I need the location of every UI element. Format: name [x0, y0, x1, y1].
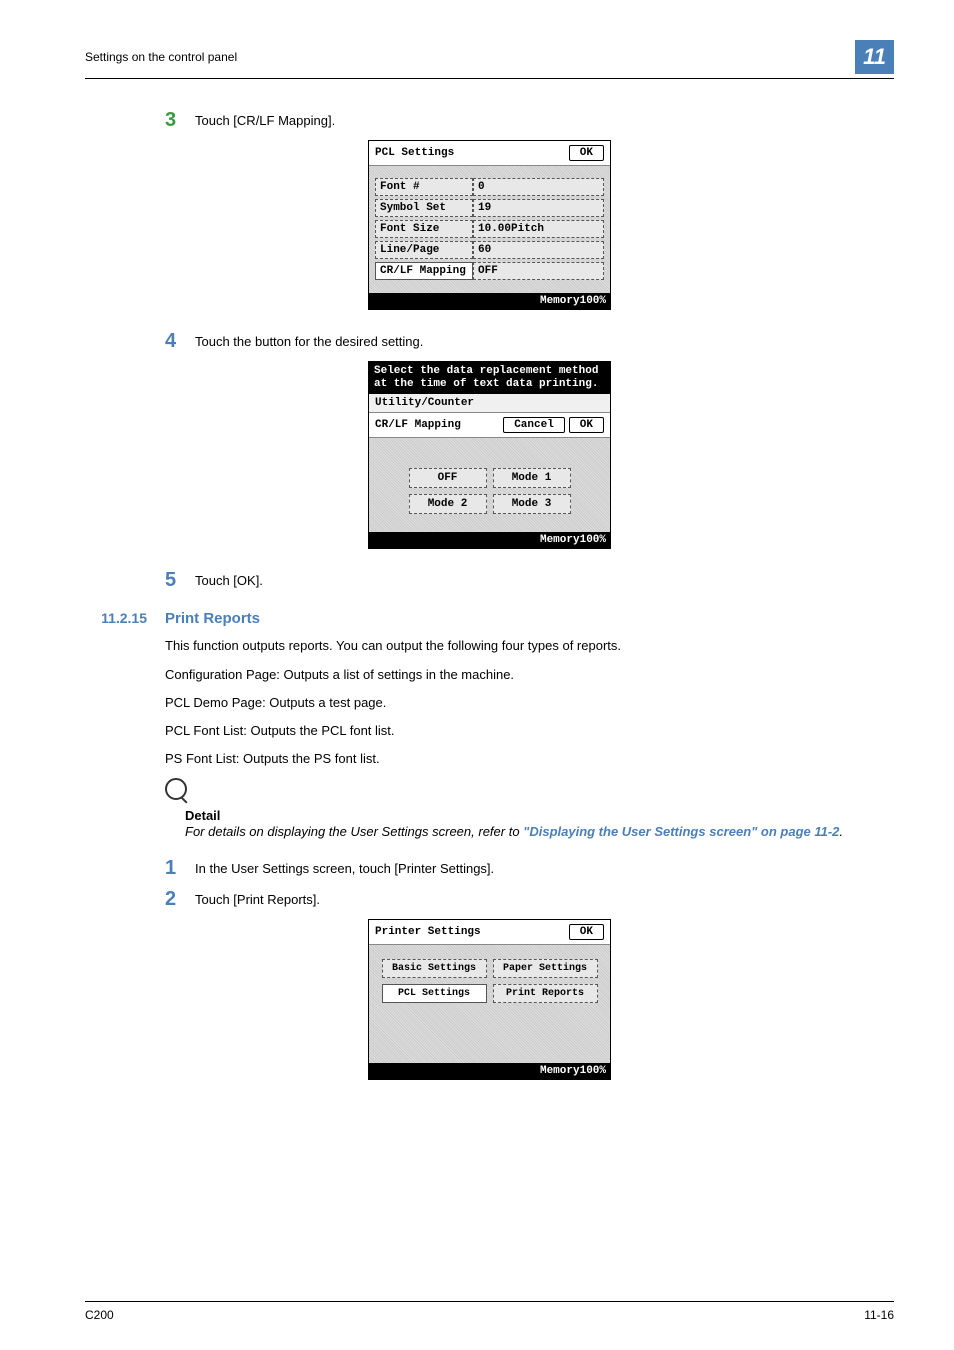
symbol-set-button[interactable]: Symbol Set: [375, 199, 473, 217]
symbol-set-value: 19: [473, 199, 604, 217]
step-5: 5 Touch [OK].: [165, 569, 894, 592]
cancel-button[interactable]: Cancel: [503, 417, 565, 433]
header-breadcrumb: Settings on the control panel: [85, 50, 237, 64]
step-number: 3: [165, 109, 195, 132]
page-header: Settings on the control panel 11: [85, 40, 894, 79]
basic-settings-button[interactable]: Basic Settings: [382, 959, 487, 978]
section-heading: 11.2.15 Print Reports: [85, 610, 894, 627]
ok-button[interactable]: OK: [569, 924, 604, 940]
step-text: Touch [CR/LF Mapping].: [195, 109, 335, 132]
step-3: 3 Touch [CR/LF Mapping].: [165, 109, 894, 132]
lcd-crlf-mapping: Select the data replacement method at th…: [368, 361, 611, 549]
option-off[interactable]: OFF: [409, 468, 487, 488]
lcd-title: Printer Settings: [375, 926, 481, 938]
step-2: 2 Touch [Print Reports].: [165, 888, 894, 911]
footer-page: 11-16: [864, 1308, 894, 1322]
lcd-printer-settings: Printer Settings OK Basic Settings Paper…: [368, 919, 611, 1080]
section-number: 11.2.15: [85, 610, 165, 627]
step-number: 2: [165, 888, 195, 911]
step-4: 4 Touch the button for the desired setti…: [165, 330, 894, 353]
memory-status: Memory100%: [369, 532, 610, 548]
paragraph: PCL Demo Page: Outputs a test page.: [165, 694, 894, 712]
lcd-title: CR/LF Mapping: [375, 419, 461, 431]
font-num-value: 0: [473, 178, 604, 196]
step-text: Touch the button for the desired setting…: [195, 330, 423, 353]
option-mode1[interactable]: Mode 1: [493, 468, 571, 488]
step-number: 5: [165, 569, 195, 592]
step-text: In the User Settings screen, touch [Prin…: [195, 857, 494, 880]
memory-status: Memory100%: [369, 293, 610, 309]
font-size-value: 10.00Pitch: [473, 220, 604, 238]
lcd-instruction: Select the data replacement method at th…: [369, 362, 610, 394]
crlf-mapping-value: OFF: [473, 262, 604, 280]
paragraph: This function outputs reports. You can o…: [165, 637, 894, 655]
detail-text: For details on displaying the User Setti…: [185, 824, 894, 839]
detail-label: Detail: [185, 808, 894, 823]
page-footer: C200 11-16: [85, 1301, 894, 1322]
print-reports-button[interactable]: Print Reports: [493, 984, 598, 1003]
memory-status: Memory100%: [369, 1063, 610, 1079]
step-text: Touch [OK].: [195, 569, 263, 592]
option-mode3[interactable]: Mode 3: [493, 494, 571, 514]
ok-button[interactable]: OK: [569, 417, 604, 433]
step-number: 4: [165, 330, 195, 353]
paragraph: PS Font List: Outputs the PS font list.: [165, 750, 894, 768]
footer-model: C200: [85, 1308, 114, 1322]
line-page-value: 60: [473, 241, 604, 259]
section-title: Print Reports: [165, 610, 260, 627]
paragraph: PCL Font List: Outputs the PCL font list…: [165, 722, 894, 740]
line-page-button[interactable]: Line/Page: [375, 241, 473, 259]
paragraph: Configuration Page: Outputs a list of se…: [165, 666, 894, 684]
lcd-title: PCL Settings: [375, 147, 454, 159]
cross-reference-link[interactable]: "Displaying the User Settings screen" on…: [523, 824, 839, 839]
lcd-breadcrumb: Utility/Counter: [369, 394, 610, 413]
detail-note: Detail For details on displaying the Use…: [165, 778, 894, 839]
step-1: 1 In the User Settings screen, touch [Pr…: [165, 857, 894, 880]
paper-settings-button[interactable]: Paper Settings: [493, 959, 598, 978]
crlf-mapping-button[interactable]: CR/LF Mapping: [375, 262, 473, 280]
magnifier-icon: [165, 778, 187, 800]
font-size-button[interactable]: Font Size: [375, 220, 473, 238]
ok-button[interactable]: OK: [569, 145, 604, 161]
lcd-pcl-settings: PCL Settings OK Font #0 Symbol Set19 Fon…: [368, 140, 611, 310]
pcl-settings-button[interactable]: PCL Settings: [382, 984, 487, 1003]
step-number: 1: [165, 857, 195, 880]
font-num-button[interactable]: Font #: [375, 178, 473, 196]
chapter-number: 11: [855, 40, 894, 74]
step-text: Touch [Print Reports].: [195, 888, 320, 911]
option-mode2[interactable]: Mode 2: [409, 494, 487, 514]
